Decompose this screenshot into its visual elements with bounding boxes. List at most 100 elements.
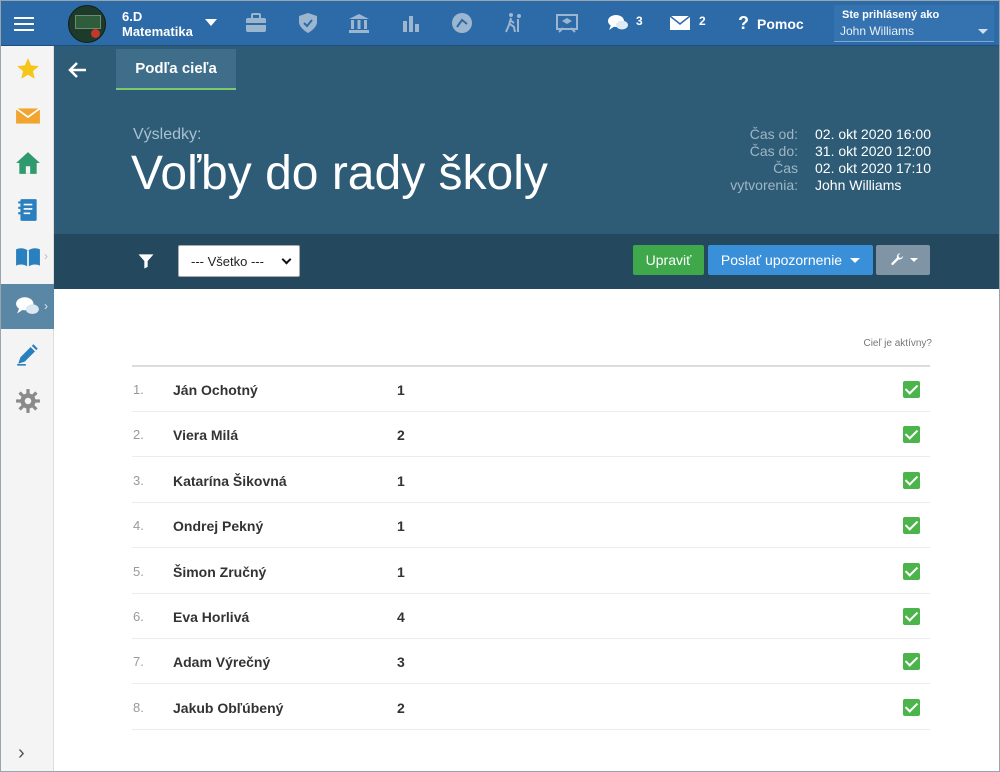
page-subtitle: Výsledky: [133,126,202,143]
meta-values: 02. okt 2020 16:00 31. okt 2020 12:00 02… [815,126,931,194]
envelope-icon [15,107,40,124]
class-subject: Matematika [122,24,193,39]
table-row: 2. Viera Milá 2 [132,412,930,458]
active-column-header: Cieľ je aktívny? [863,338,932,349]
row-number: 5. [133,563,144,579]
table-row: 6. Eva Horlivá 4 [132,594,930,639]
briefcase-icon[interactable] [244,11,268,35]
time-to-value: 31. okt 2020 12:00 [815,143,931,159]
filter-icon[interactable] [136,251,156,271]
app-window: 6.D Matematika 3 2 ? Pomoc Ste prihlásen… [0,0,1000,772]
checkbox-icon[interactable] [903,608,920,625]
user-menu[interactable]: Ste prihlásený ako John Williams [834,5,994,42]
row-number: 8. [133,699,144,715]
chevron-down-icon[interactable] [205,19,217,26]
help-button[interactable]: ? Pomoc [738,13,804,34]
checkbox-icon[interactable] [903,381,920,398]
time-to-label: Čas do: [749,143,798,159]
send-notification-label: Poslať upozornenie [720,252,843,268]
created-label-1: Čas [773,160,798,176]
ball-icon[interactable] [450,11,474,35]
bank-icon[interactable] [347,11,371,35]
chevron-down-icon [850,257,861,263]
sidebar-item-notebook[interactable] [1,187,54,232]
class-code: 6.D [122,9,143,24]
help-label: Pomoc [757,16,804,32]
student-name[interactable]: Ján Ochotný [173,382,258,398]
walking-icon[interactable] [502,11,526,35]
table-row: 7. Adam Výrečný 3 [132,639,930,685]
shield-icon[interactable] [296,11,320,35]
goal-value: 1 [397,518,405,535]
chevron-down-icon [978,29,988,34]
sidebar-item-settings[interactable] [1,378,54,423]
back-arrow-icon[interactable] [66,58,90,82]
page-header: Podľa cieľa Výsledky: Voľby do rady škol… [54,46,999,234]
student-name[interactable]: Katarína Šikovná [173,473,287,489]
table-row: 8. Jakub Obľúbený 2 [132,685,930,730]
gear-icon [15,388,40,413]
table-row: 1. Ján Ochotný 1 [132,367,930,412]
home-icon [15,151,40,174]
time-from-value: 02. okt 2020 16:00 [815,126,931,142]
student-name[interactable]: Eva Horlivá [173,609,249,625]
question-icon: ? [738,13,749,33]
table-row: 5. Šimon Zručný 1 [132,549,930,594]
user-name: John Williams [840,24,915,38]
results-content: Cieľ je aktívny? 1. Ján Ochotný 1 2. Viera M… [54,289,999,771]
menu-icon[interactable] [1,1,47,46]
send-notification-button[interactable]: Poslať upozornenie [708,245,873,275]
tab-by-goal[interactable]: Podľa cieľa [116,49,236,90]
sidebar-item-favorites[interactable] [1,46,54,91]
filter-select-value: --- Všetko --- [191,254,264,269]
sidebar: › › › [1,46,54,771]
presentation-icon[interactable] [555,11,579,35]
row-number: 2. [133,427,144,443]
goal-value: 2 [397,427,405,444]
student-name[interactable]: Adam Výrečný [173,654,270,670]
student-name[interactable]: Jakub Obľúbený [173,700,283,716]
checkbox-icon[interactable] [903,426,920,444]
checkbox-icon[interactable] [903,698,920,716]
student-name[interactable]: Viera Milá [173,427,238,443]
class-avatar[interactable] [68,5,106,43]
filter-select[interactable]: --- Všetko --- [178,245,300,277]
checkbox-icon[interactable] [903,562,920,580]
table-row: 4. Ondrej Pekný 1 [132,503,930,549]
chat-icon[interactable] [606,11,630,35]
sidebar-item-messages[interactable] [1,93,54,138]
class-selector[interactable]: 6.D Matematika [122,9,193,39]
row-number: 3. [133,472,144,488]
row-number: 4. [133,518,144,534]
goal-value: 1 [397,563,405,580]
checkbox-icon[interactable] [903,517,920,535]
sidebar-item-discussions[interactable]: › [1,284,54,329]
wrench-icon [890,253,903,266]
sidebar-item-grading[interactable] [1,331,54,376]
created-label-2: vytvorenia: [730,177,798,193]
mail-icon[interactable] [668,11,692,35]
checkbox-icon[interactable] [903,653,920,671]
student-name[interactable]: Ondrej Pekný [173,518,263,534]
checkbox-icon[interactable] [903,471,920,489]
meta-labels: Čas od: Čas do: Čas vytvorenia: [694,126,798,194]
tools-button[interactable] [876,245,930,275]
page-title: Voľby do rady školy [131,147,548,200]
comments-icon [15,296,39,314]
goal-value: 4 [397,609,405,625]
user-label: Ste prihlásený ako [842,9,940,21]
results-toolbar: --- Všetko --- Upraviť Poslať upozorneni… [54,234,999,289]
created-value: 02. okt 2020 17:10 [815,160,931,176]
sidebar-item-books[interactable]: › [1,234,54,279]
edit-button[interactable]: Upraviť [633,245,704,275]
chevron-down-icon [909,258,918,262]
mail-count: 2 [699,14,706,28]
chevron-right-icon: › [44,299,48,313]
sidebar-item-home[interactable] [1,140,54,185]
row-number: 7. [133,654,144,670]
star-icon [16,57,39,79]
time-from-label: Čas od: [749,126,798,142]
student-name[interactable]: Šimon Zručný [173,564,266,580]
bar-chart-icon[interactable] [399,11,423,35]
expand-sidebar-icon[interactable]: › [18,742,25,765]
